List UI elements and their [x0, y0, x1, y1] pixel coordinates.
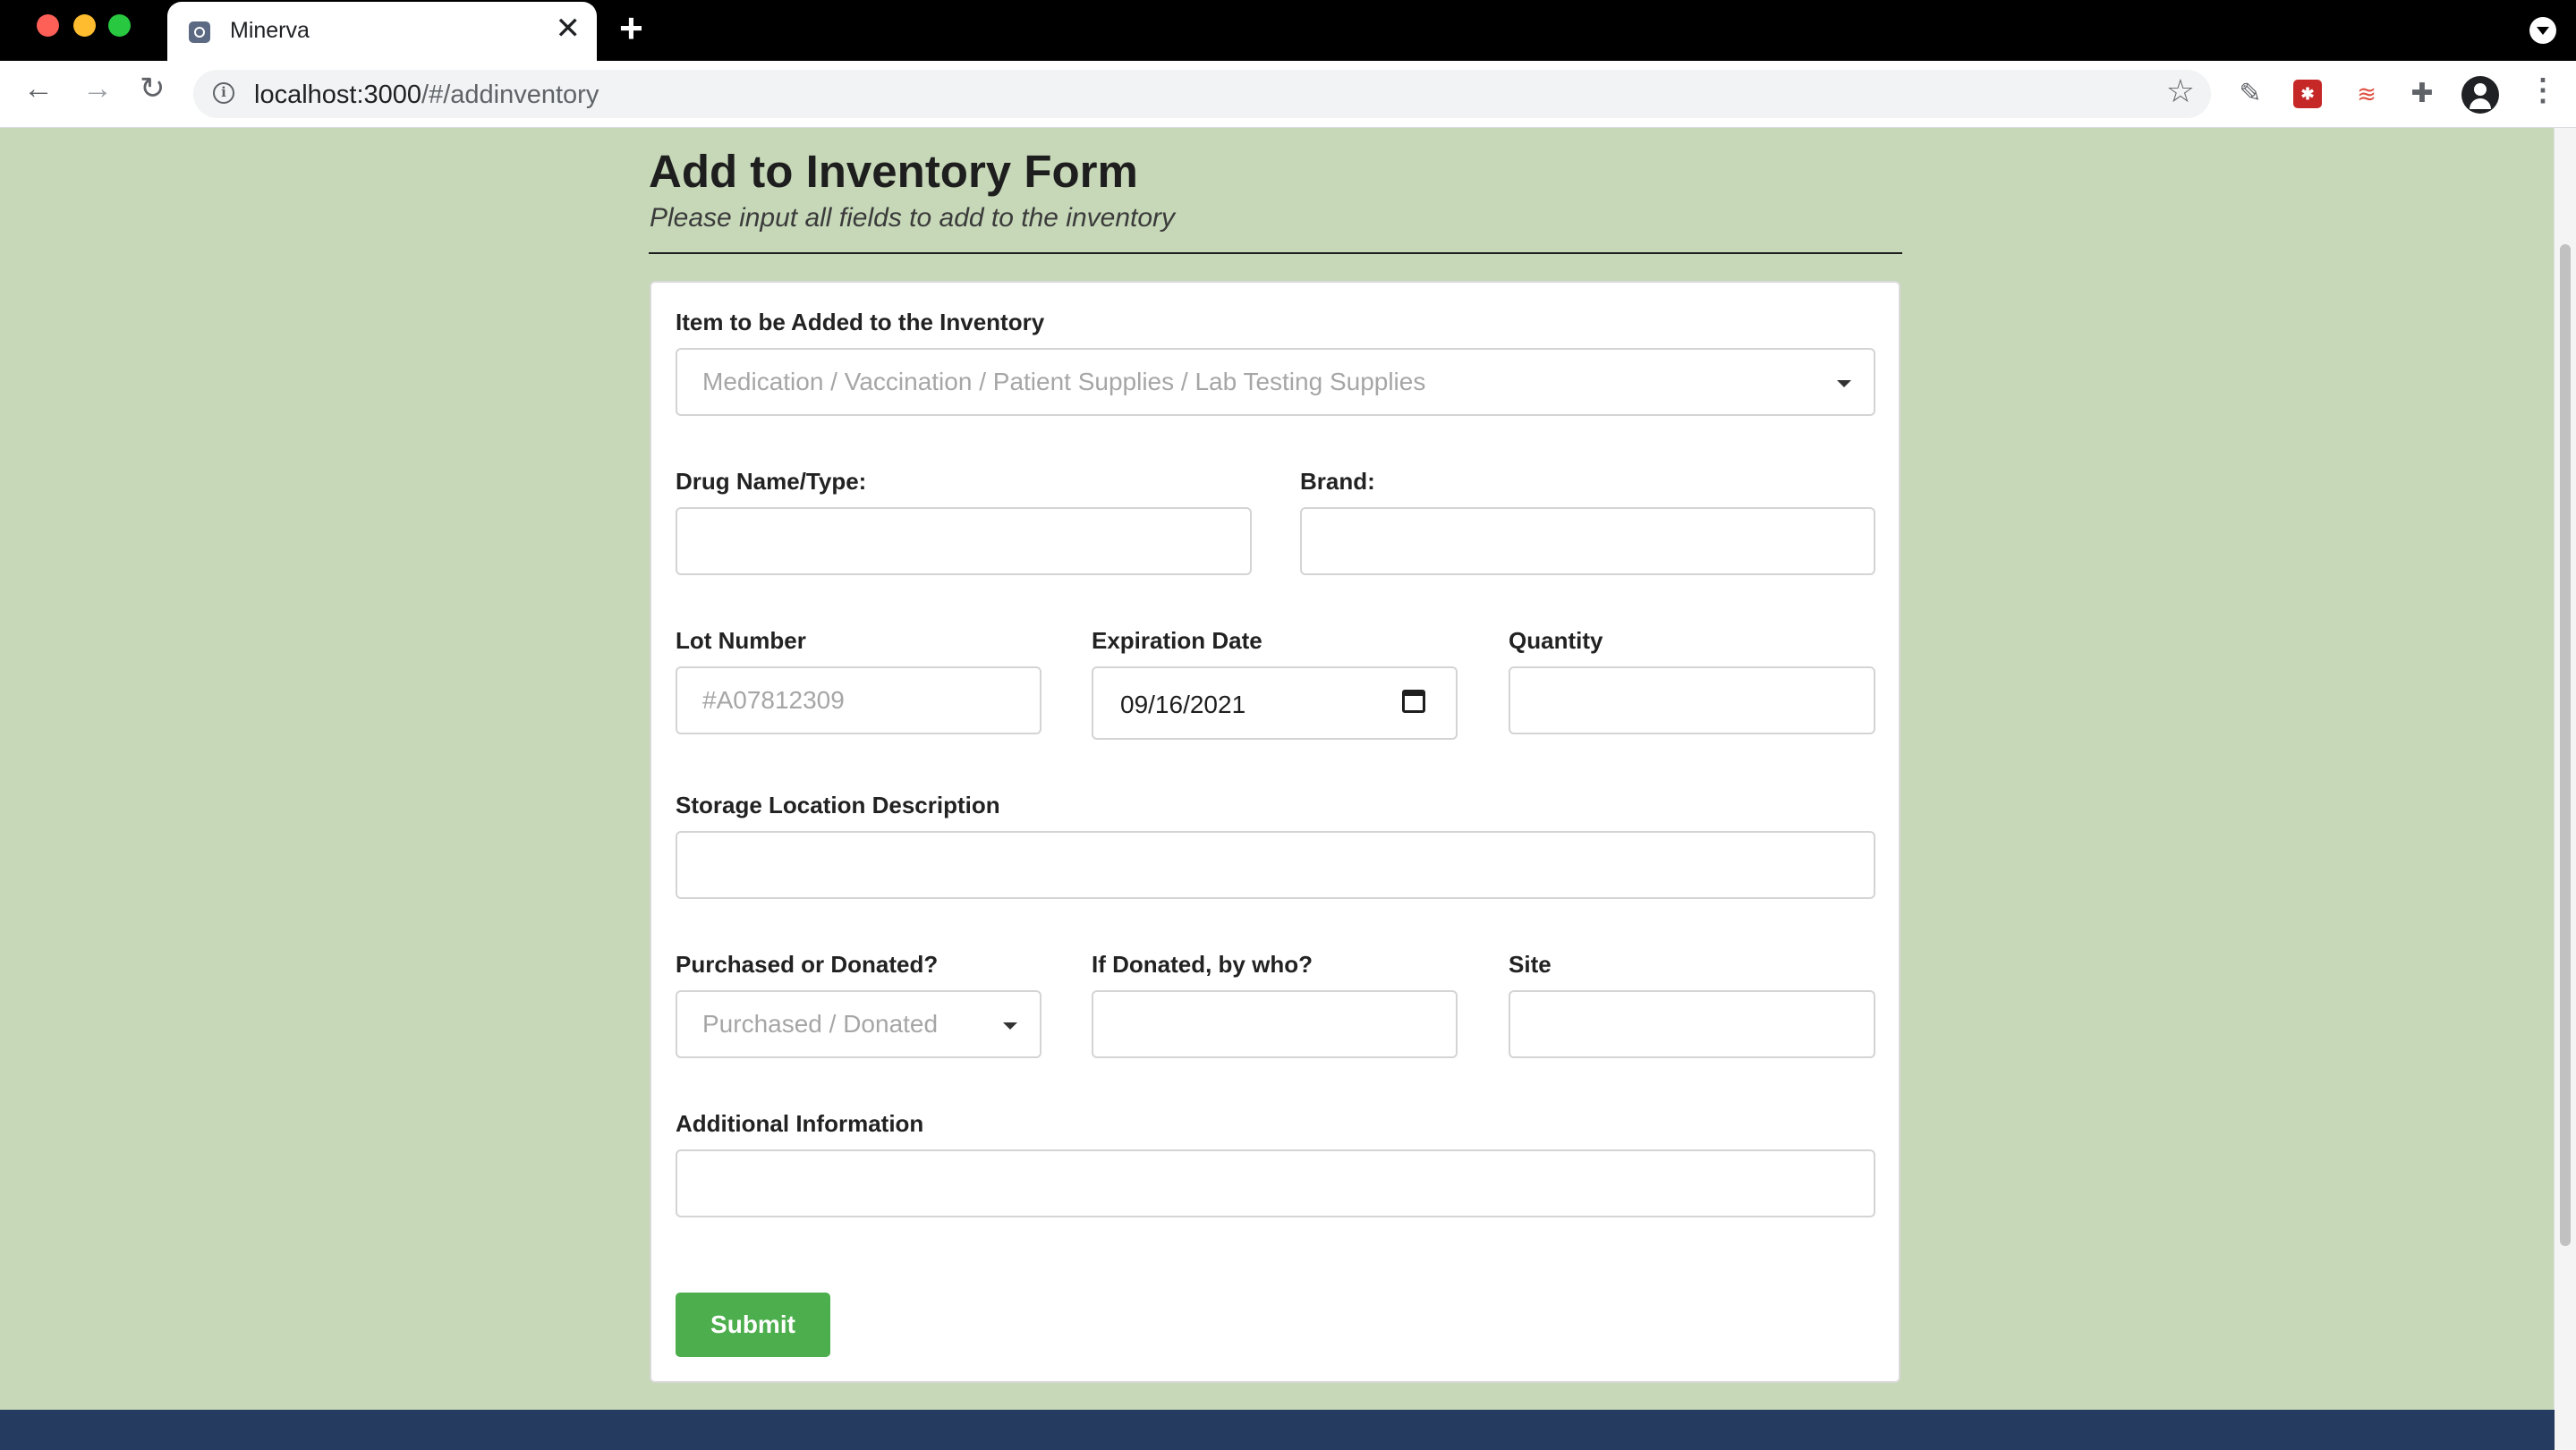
form-subtitle: Please input all fields to add to the in… [650, 203, 1176, 233]
lot-number-input[interactable]: #A07812309 [676, 666, 1041, 734]
item-type-placeholder: Medication / Vaccination / Patient Suppl… [702, 368, 1426, 395]
new-tab-button[interactable]: + [619, 7, 643, 48]
form-title: Add to Inventory Form [649, 146, 1138, 197]
scrollbar-thumb[interactable] [2560, 244, 2571, 1246]
red-extension-icon[interactable]: ✱ [2293, 80, 2322, 108]
star-icon[interactable]: ☆ [2166, 75, 2195, 107]
url-host: localhost:3000 [254, 81, 422, 109]
donor-input[interactable] [1092, 990, 1458, 1058]
tab-close-icon[interactable]: ✕ [556, 13, 582, 44]
item-type-select[interactable]: Medication / Vaccination / Patient Suppl… [676, 348, 1875, 416]
storage-location-input[interactable] [676, 831, 1875, 899]
url-path: /#/addinventory [421, 81, 599, 109]
purchased-donated-placeholder: Purchased / Donated [702, 1010, 939, 1038]
lines-extension-icon[interactable]: ≋ [2351, 79, 2382, 109]
expiration-date-label: Expiration Date [1092, 627, 1262, 654]
tab-title: Minerva [230, 18, 310, 43]
calendar-icon[interactable] [1402, 690, 1425, 713]
back-arrow-icon[interactable]: ← [23, 73, 54, 104]
address-bar[interactable]: i localhost:3000/#/addinventory ☆ [193, 70, 2211, 118]
minimize-window-button[interactable] [73, 14, 96, 37]
more-menu-icon[interactable]: ⋮ [2528, 75, 2558, 106]
browser-toolbar: ← → ↻ i localhost:3000/#/addinventory ☆ [0, 61, 2576, 128]
submit-button[interactable]: Submit [676, 1293, 830, 1357]
info-icon[interactable]: i [213, 82, 234, 104]
expiration-date-input[interactable]: 09/16/2021 [1092, 666, 1458, 740]
maximize-window-button[interactable] [108, 14, 131, 37]
item-type-label: Item to be Added to the Inventory [676, 309, 1045, 335]
brand-input[interactable] [1300, 507, 1875, 575]
browser-titlebar: Minerva ✕ + [0, 0, 2576, 61]
forward-arrow-icon[interactable]: → [82, 73, 113, 104]
storage-location-label: Storage Location Description [676, 792, 1000, 818]
tab-search-icon[interactable] [2529, 17, 2556, 44]
minerva-favicon-icon [189, 21, 210, 43]
quantity-input[interactable] [1509, 666, 1875, 734]
drug-name-label: Drug Name/Type: [676, 468, 867, 495]
purchased-donated-select[interactable]: Purchased / Donated [676, 990, 1041, 1058]
brand-label: Brand: [1300, 468, 1375, 495]
additional-info-label: Additional Information [676, 1110, 924, 1137]
drug-name-input[interactable] [676, 507, 1252, 575]
additional-info-input[interactable] [676, 1149, 1875, 1217]
footer-band [0, 1410, 2555, 1450]
quantity-label: Quantity [1509, 627, 1603, 654]
expiration-date-value: 09/16/2021 [1120, 691, 1246, 718]
lot-number-label: Lot Number [676, 627, 806, 654]
reload-icon[interactable]: ↻ [140, 73, 166, 104]
title-divider [649, 252, 1902, 254]
close-window-button[interactable] [37, 14, 59, 37]
browser-tab[interactable]: Minerva ✕ [167, 2, 597, 61]
purchased-donated-label: Purchased or Donated? [676, 951, 939, 978]
profile-avatar-icon[interactable] [2461, 76, 2499, 114]
site-label: Site [1509, 951, 1552, 978]
donor-label: If Donated, by who? [1092, 951, 1313, 978]
lot-number-placeholder: #A07812309 [702, 686, 845, 714]
url-text[interactable]: localhost:3000/#/addinventory [254, 81, 599, 110]
site-input[interactable] [1509, 990, 1875, 1058]
page-scrollbar[interactable] [2554, 128, 2576, 1450]
chevron-down-icon [1837, 380, 1851, 387]
eyedropper-extension-icon[interactable]: ✎ [2235, 79, 2266, 109]
puzzle-icon[interactable]: ✚ [2407, 79, 2437, 109]
chevron-down-icon [1003, 1022, 1017, 1030]
